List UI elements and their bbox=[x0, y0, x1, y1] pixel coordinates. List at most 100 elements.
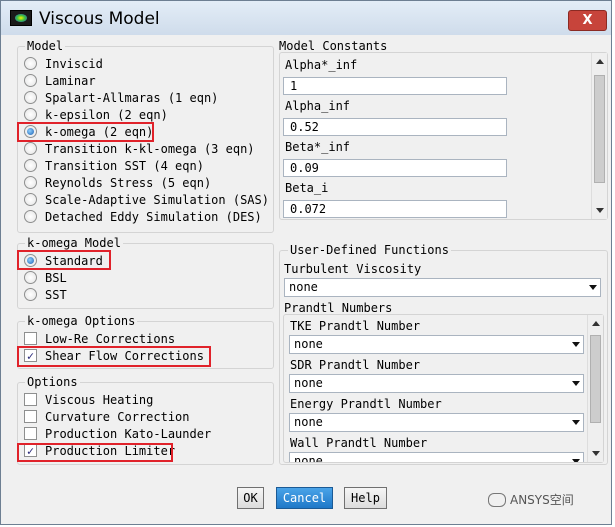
dropdown-value: none bbox=[294, 376, 323, 390]
radio-button[interactable] bbox=[24, 108, 37, 121]
dropdown-value: none bbox=[289, 280, 318, 294]
radio-button[interactable] bbox=[24, 288, 37, 301]
highlight-box-standard bbox=[17, 250, 111, 270]
radio-button[interactable] bbox=[24, 57, 37, 70]
option-label: Reynolds Stress (5 eqn) bbox=[45, 176, 212, 190]
highlight-box-production-limiter bbox=[17, 443, 173, 462]
help-button[interactable]: Help bbox=[344, 487, 387, 509]
option-production-kato-launder[interactable]: Production Kato-Launder bbox=[24, 426, 211, 443]
wall-prandtl-dropdown[interactable]: none bbox=[289, 452, 584, 462]
option-label: Laminar bbox=[45, 74, 96, 88]
ok-button[interactable]: OK bbox=[237, 487, 264, 509]
model-option-reynolds-stress[interactable]: Reynolds Stress (5 eqn) bbox=[24, 175, 211, 192]
watermark-text: ANSYS空间 bbox=[510, 493, 574, 507]
chevron-down-icon[interactable] bbox=[572, 381, 580, 386]
highlight-box-shear-flow bbox=[17, 346, 211, 367]
radio-button[interactable] bbox=[24, 176, 37, 189]
dropdown-value: none bbox=[294, 415, 323, 429]
komega-model-group-label: k-omega Model bbox=[25, 236, 123, 250]
model-option-inviscid[interactable]: Inviscid bbox=[24, 56, 103, 73]
chevron-down-icon[interactable] bbox=[572, 459, 580, 462]
chevron-down-icon[interactable] bbox=[589, 285, 597, 290]
scroll-down-arrow-icon[interactable] bbox=[596, 208, 604, 213]
constant-label-alpha-star-inf: Alpha*_inf bbox=[285, 58, 358, 72]
option-label: Curvature Correction bbox=[45, 410, 190, 424]
model-constants-scrollbar[interactable] bbox=[591, 53, 607, 219]
option-label: Scale-Adaptive Simulation (SAS) bbox=[45, 193, 269, 207]
watermark: ANSYS空间 bbox=[488, 491, 574, 508]
option-label: Inviscid bbox=[45, 57, 103, 71]
scroll-up-arrow-icon[interactable] bbox=[592, 321, 600, 326]
chevron-down-icon[interactable] bbox=[572, 342, 580, 347]
option-label: Spalart-Allmaras (1 eqn) bbox=[45, 91, 219, 105]
constant-input-alpha-inf[interactable]: 0.52 bbox=[283, 118, 507, 136]
scroll-up-arrow-icon[interactable] bbox=[596, 59, 604, 64]
energy-prandtl-dropdown[interactable]: none bbox=[289, 413, 584, 432]
option-label: Production Kato-Launder bbox=[45, 427, 212, 441]
dropdown-value: none bbox=[294, 337, 323, 351]
option-viscous-heating[interactable]: Viscous Heating bbox=[24, 392, 153, 409]
tke-prandtl-label: TKE Prandtl Number bbox=[290, 319, 421, 333]
radio-button[interactable] bbox=[24, 271, 37, 284]
option-label: BSL bbox=[45, 271, 67, 285]
tke-prandtl-dropdown[interactable]: none bbox=[289, 335, 584, 354]
option-label: SST bbox=[45, 288, 67, 302]
constant-label-beta-i: Beta_i bbox=[285, 181, 329, 195]
window-title: Viscous Model bbox=[39, 9, 160, 29]
close-button[interactable]: X bbox=[568, 10, 607, 31]
wechat-icon bbox=[488, 492, 506, 507]
turbulent-viscosity-label: Turbulent Viscosity bbox=[284, 262, 422, 276]
komega-options-group-label: k-omega Options bbox=[25, 314, 138, 328]
model-option-laminar[interactable]: Laminar bbox=[24, 73, 96, 90]
options-group-label: Options bbox=[25, 375, 80, 389]
viscous-model-dialog: Viscous Model X Model Inviscid Laminar S… bbox=[0, 0, 612, 525]
prandtl-scrollbar[interactable] bbox=[587, 315, 603, 462]
scrollbar-thumb[interactable] bbox=[594, 75, 605, 183]
constant-input-alpha-star-inf[interactable]: 1 bbox=[283, 77, 507, 95]
dropdown-value: none bbox=[294, 454, 323, 462]
radio-button[interactable] bbox=[24, 142, 37, 155]
option-label: Low-Re Corrections bbox=[45, 332, 176, 346]
option-label: Viscous Heating bbox=[45, 393, 154, 407]
wall-prandtl-label: Wall Prandtl Number bbox=[290, 436, 428, 450]
highlight-box-k-omega bbox=[17, 122, 154, 142]
wall-prandtl-clip: none bbox=[289, 452, 584, 462]
checkbox[interactable] bbox=[24, 410, 37, 423]
option-curvature-correction[interactable]: Curvature Correction bbox=[24, 409, 190, 426]
checkbox[interactable] bbox=[24, 332, 37, 345]
constant-label-beta-star-inf: Beta*_inf bbox=[285, 140, 351, 154]
sdr-prandtl-label: SDR Prandtl Number bbox=[290, 358, 421, 372]
constant-input-beta-i[interactable]: 0.072 bbox=[283, 200, 507, 218]
model-option-spalart-allmaras[interactable]: Spalart-Allmaras (1 eqn) bbox=[24, 90, 218, 107]
title-bar[interactable]: Viscous Model X bbox=[1, 1, 611, 35]
radio-button[interactable] bbox=[24, 193, 37, 206]
checkbox[interactable] bbox=[24, 427, 37, 440]
radio-button[interactable] bbox=[24, 74, 37, 87]
option-label: Transition SST (4 eqn) bbox=[45, 159, 204, 173]
model-constants-label: Model Constants bbox=[279, 39, 388, 53]
prandtl-numbers-label: Prandtl Numbers bbox=[284, 301, 393, 315]
checkbox[interactable] bbox=[24, 393, 37, 406]
constant-label-alpha-inf: Alpha_inf bbox=[285, 99, 351, 113]
komega-model-option-sst[interactable]: SST bbox=[24, 287, 67, 304]
udf-group-label: User-Defined Functions bbox=[288, 243, 451, 257]
radio-button[interactable] bbox=[24, 210, 37, 223]
option-label: Transition k-kl-omega (3 eqn) bbox=[45, 142, 255, 156]
cancel-button[interactable]: Cancel bbox=[276, 487, 333, 509]
sdr-prandtl-dropdown[interactable]: none bbox=[289, 374, 584, 393]
scroll-down-arrow-icon[interactable] bbox=[592, 451, 600, 456]
model-option-sas[interactable]: Scale-Adaptive Simulation (SAS) bbox=[24, 192, 269, 209]
scrollbar-thumb[interactable] bbox=[590, 335, 601, 423]
constant-input-beta-star-inf[interactable]: 0.09 bbox=[283, 159, 507, 177]
turbulent-viscosity-dropdown[interactable]: none bbox=[284, 278, 601, 297]
option-label: k-epsilon (2 eqn) bbox=[45, 108, 168, 122]
option-label: Detached Eddy Simulation (DES) bbox=[45, 210, 262, 224]
model-option-des[interactable]: Detached Eddy Simulation (DES) bbox=[24, 209, 262, 226]
radio-button[interactable] bbox=[24, 91, 37, 104]
energy-prandtl-label: Energy Prandtl Number bbox=[290, 397, 442, 411]
komega-model-option-bsl[interactable]: BSL bbox=[24, 270, 67, 287]
model-option-transition-sst[interactable]: Transition SST (4 eqn) bbox=[24, 158, 204, 175]
radio-button[interactable] bbox=[24, 159, 37, 172]
chevron-down-icon[interactable] bbox=[572, 420, 580, 425]
model-option-transition-k-kl-omega[interactable]: Transition k-kl-omega (3 eqn) bbox=[24, 141, 255, 158]
